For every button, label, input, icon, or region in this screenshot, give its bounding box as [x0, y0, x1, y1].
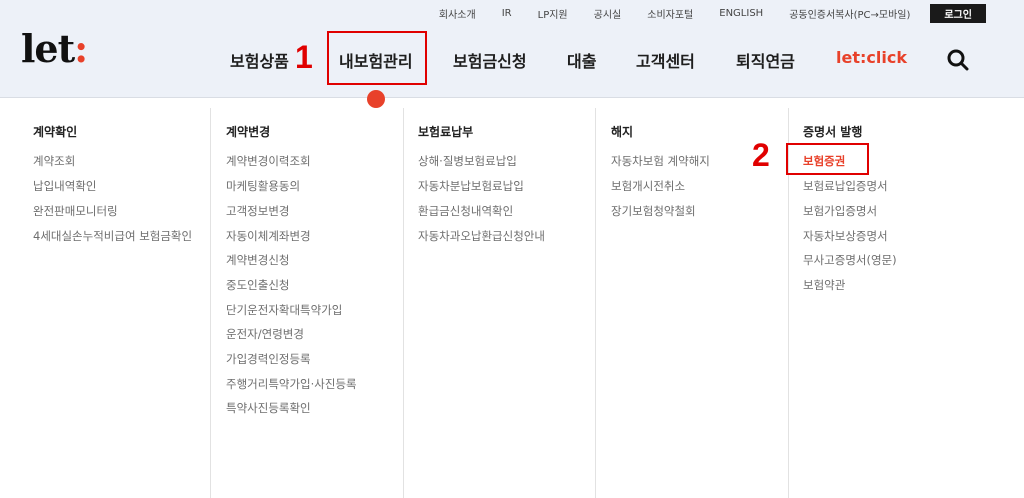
- submenu-item[interactable]: 마케팅활용동의: [226, 180, 300, 193]
- column-title-contract-change: 계약변경: [226, 125, 271, 139]
- submenu-item[interactable]: 무사고증명서(영문): [803, 254, 897, 267]
- utility-nav: 회사소개 IR LP지원 공시실 소비자포털 ENGLISH 공동인증서복사(P…: [439, 3, 986, 23]
- column-title-contract-check: 계약확인: [33, 125, 78, 139]
- gnb-claim[interactable]: 보험금신청: [453, 48, 527, 72]
- util-link-ir[interactable]: IR: [502, 8, 512, 19]
- annotation-marker-1: 1: [295, 39, 313, 75]
- login-button[interactable]: 로그인: [930, 3, 986, 23]
- submenu-item[interactable]: 특약사진등록확인: [226, 402, 311, 415]
- submenu-item[interactable]: 중도인출신청: [226, 279, 289, 292]
- submenu-item[interactable]: 자동차분납보험료납입: [418, 180, 524, 193]
- submenu-item[interactable]: 주행거리특약가입·사진등록: [226, 378, 357, 391]
- logo[interactable]: let:: [21, 30, 88, 68]
- gnb-pension[interactable]: 퇴직연금: [736, 48, 795, 72]
- submenu-item[interactable]: 계약변경신청: [226, 254, 289, 267]
- column-divider: [595, 108, 596, 498]
- util-link-disclosure[interactable]: 공시실: [594, 6, 622, 21]
- submenu-item[interactable]: 납입내역확인: [33, 180, 96, 193]
- submenu-item[interactable]: 자동차과오납환급신청안내: [418, 230, 545, 243]
- util-link-english[interactable]: ENGLISH: [719, 8, 763, 19]
- gnb-letclick[interactable]: let:click: [836, 48, 907, 67]
- submenu-item-policy-certificate[interactable]: 보험증권: [803, 155, 845, 168]
- util-link-cert-copy[interactable]: 공동인증서복사(PC→모바일): [789, 6, 910, 21]
- submenu-item[interactable]: 계약변경이력조회: [226, 155, 311, 168]
- column-divider: [210, 108, 211, 498]
- active-menu-indicator: [367, 90, 385, 108]
- search-icon[interactable]: [946, 49, 970, 71]
- site-header: 회사소개 IR LP지원 공시실 소비자포털 ENGLISH 공동인증서복사(P…: [0, 0, 1024, 98]
- submenu-item[interactable]: 보험개시전취소: [611, 180, 685, 193]
- submenu-item[interactable]: 보험약관: [803, 279, 845, 292]
- submenu-item[interactable]: 가입경력인정등록: [226, 353, 311, 366]
- submenu-item[interactable]: 자동이체계좌변경: [226, 230, 311, 243]
- gnb-insurance-products[interactable]: 보험상품: [230, 48, 289, 72]
- column-title-premium-payment: 보험료납부: [418, 125, 474, 139]
- submenu-item[interactable]: 4세대실손누적비급여 보험금확인: [33, 230, 198, 243]
- column-title-cancellation: 해지: [611, 125, 634, 139]
- util-link-lp[interactable]: LP지원: [538, 6, 568, 21]
- column-title-certificate-issue: 증명서 발행: [803, 125, 863, 139]
- submenu-item[interactable]: 계약조회: [33, 155, 75, 168]
- submenu-item[interactable]: 자동차보험 계약해지: [611, 155, 710, 168]
- util-link-company[interactable]: 회사소개: [439, 6, 476, 21]
- gnb-loan[interactable]: 대출: [567, 48, 596, 72]
- submenu-item[interactable]: 상해·질병보험료납입: [418, 155, 517, 168]
- gnb-customer-center[interactable]: 고객센터: [636, 48, 695, 72]
- logo-colon: :: [74, 26, 88, 71]
- submenu-item[interactable]: 자동차보상증명서: [803, 230, 888, 243]
- submenu-item[interactable]: 고객정보변경: [226, 205, 289, 218]
- submenu-item[interactable]: 단기운전자확대특약가입: [226, 304, 342, 317]
- submenu-item[interactable]: 환급금신청내역확인: [418, 205, 513, 218]
- submenu-item[interactable]: 완전판매모니터링: [33, 205, 118, 218]
- annotation-box-1: [327, 31, 427, 85]
- submenu-item[interactable]: 보험료납입증명서: [803, 180, 888, 193]
- submenu-item[interactable]: 보험가입증명서: [803, 205, 877, 218]
- submenu-item[interactable]: 장기보험청약철회: [611, 205, 696, 218]
- submenu-item[interactable]: 운전자/연령변경: [226, 328, 304, 341]
- logo-text: let: [21, 26, 75, 71]
- util-link-consumer-portal[interactable]: 소비자포털: [647, 6, 693, 21]
- annotation-marker-2: 2: [752, 137, 770, 173]
- column-divider: [403, 108, 404, 498]
